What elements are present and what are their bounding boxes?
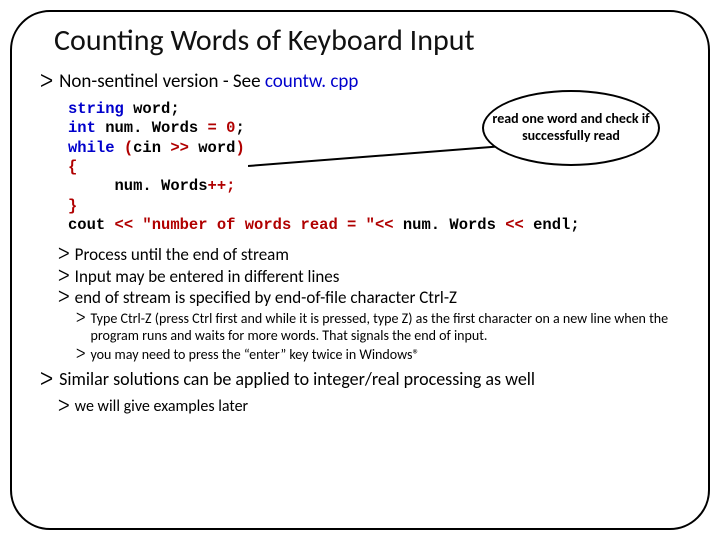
bullet-diff-lines: ᐳ Input may be entered in different line… (58, 267, 680, 287)
bullet-ctrlz-detail: ᐳ Type Ctrl-Z (press Ctrl first and whil… (76, 310, 680, 345)
bullet-glyph: ᐳ (58, 245, 70, 264)
bullet-text: Process until the end of stream (75, 245, 289, 265)
bullet-process-eos: ᐳ Process until the end of stream (58, 245, 680, 265)
bullet-glyph: ᐳ (58, 288, 70, 307)
bullet-text: we will give examples later (75, 397, 248, 416)
bullet-text: end of stream is specified by end-of-fil… (75, 288, 457, 308)
bullet-glyph: ᐳ (58, 397, 70, 416)
bullet-glyph: ᐳ (40, 71, 53, 93)
bullet-text: Type Ctrl-Z (press Ctrl first and while … (90, 310, 680, 345)
bullet-text: Non-sentinel version - See (59, 70, 265, 93)
bullet-glyph: ᐳ (58, 267, 70, 286)
bullet-glyph: ᐳ (76, 346, 85, 362)
bullet-text: you may need to press the “enter” key tw… (90, 346, 419, 364)
bullet-similar: ᐳ Similar solutions can be applied to in… (40, 369, 680, 391)
bullet-eos-ctrlz: ᐳ end of stream is specified by end-of-f… (58, 288, 680, 308)
bullet-enter-twice: ᐳ you may need to press the “enter” key … (76, 346, 680, 364)
callout-bubble: read one word and check if successfully … (482, 90, 660, 166)
bullet-text: Similar solutions can be applied to inte… (59, 369, 535, 391)
bullet-text: Input may be entered in different lines (75, 267, 340, 287)
callout-text: read one word and check if successfully … (488, 111, 654, 145)
bullet-later: ᐳ we will give examples later (58, 397, 680, 416)
bullet-glyph: ᐳ (76, 310, 85, 326)
bullet-glyph: ᐳ (40, 369, 53, 391)
slide-frame: Counting Words of Keyboard Input ᐳ Non-s… (10, 10, 710, 530)
filename-link: countw. cpp (265, 70, 359, 93)
slide-title: Counting Words of Keyboard Input (54, 22, 680, 59)
